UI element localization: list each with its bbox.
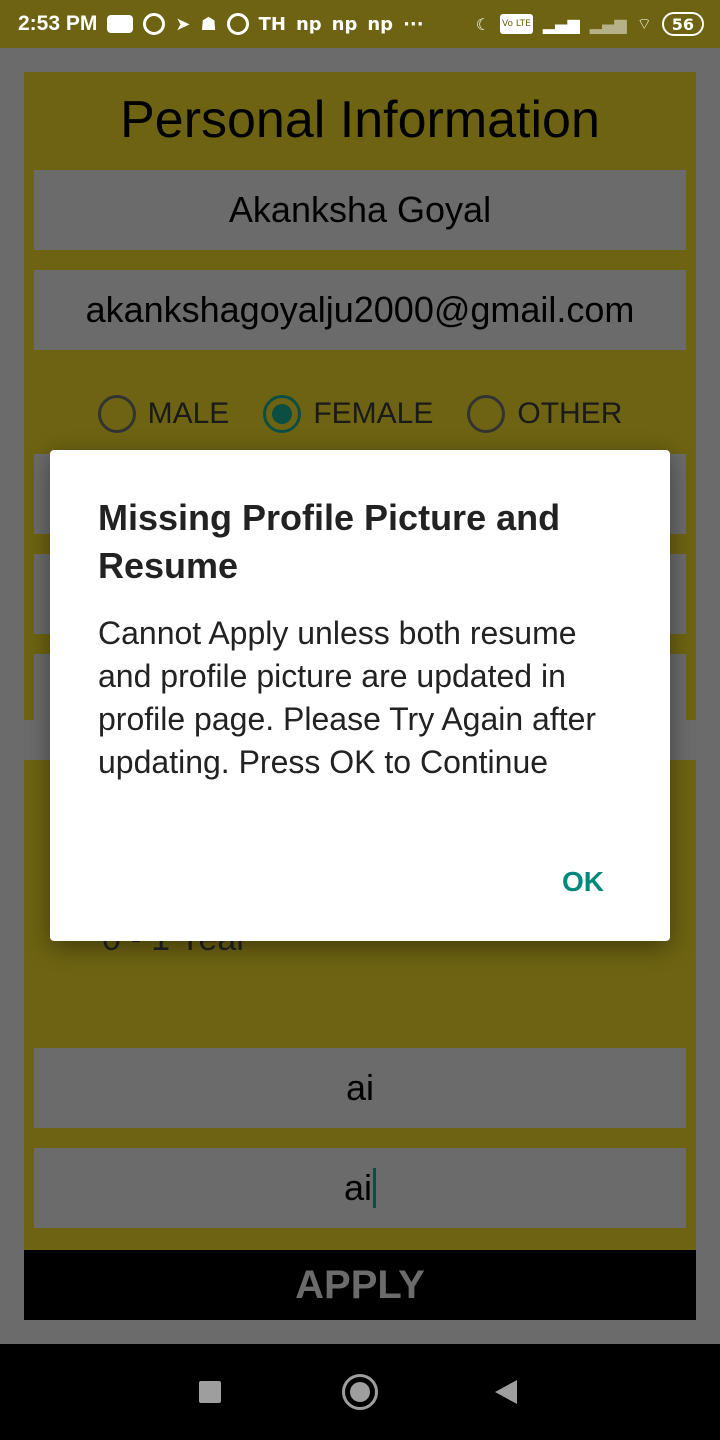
signal-weak-icon: ▂▄▆ bbox=[589, 14, 627, 34]
radio-female[interactable]: FEMALE bbox=[263, 390, 433, 438]
home-icon[interactable] bbox=[342, 1374, 378, 1410]
snapchat-icon: ☗ bbox=[200, 13, 217, 35]
dialog-message: Cannot Apply unless both resume and prof… bbox=[98, 615, 597, 780]
apply-button[interactable]: APPLY bbox=[24, 1250, 696, 1320]
system-icons: ☾ Vo LTE ▂▄▆ ▂▄▆ ⌔ 56 bbox=[476, 0, 704, 48]
text-cursor bbox=[373, 1168, 377, 1208]
dialog-title: Missing Profile Picture and Resume bbox=[98, 497, 561, 586]
recents-icon[interactable] bbox=[199, 1381, 221, 1403]
radio-label: MALE bbox=[147, 397, 230, 430]
ok-button[interactable]: OK bbox=[562, 866, 604, 898]
status-bar: 2:53 PM ➤ ☗ TH np np np ··· ☾ Vo LTE ▂▄▆… bbox=[0, 0, 720, 48]
radio-unchecked-icon bbox=[97, 395, 136, 433]
text-field-1[interactable]: ai bbox=[34, 1048, 686, 1128]
np-icon: np bbox=[331, 13, 358, 35]
wifi-icon: ⌔ bbox=[636, 14, 652, 33]
google-icon bbox=[226, 12, 249, 36]
radio-unchecked-icon bbox=[467, 395, 506, 433]
navigation-bar bbox=[0, 1344, 720, 1440]
moon-icon: ☾ bbox=[475, 14, 491, 34]
text-field-2[interactable]: ai bbox=[34, 1148, 686, 1228]
more-icon: ··· bbox=[403, 13, 424, 35]
radio-other[interactable]: OTHER bbox=[467, 390, 622, 438]
battery-indicator: 56 bbox=[661, 12, 704, 36]
th-icon: TH bbox=[258, 13, 286, 35]
name-field[interactable]: Akanksha Goyal bbox=[34, 170, 686, 250]
page-title: Personal Information bbox=[120, 91, 600, 149]
np-icon: np bbox=[295, 13, 322, 35]
whatsapp-icon bbox=[143, 12, 166, 36]
radio-male[interactable]: MALE bbox=[97, 390, 230, 438]
volte-icon: Vo LTE bbox=[500, 14, 533, 34]
radio-label: OTHER bbox=[517, 397, 623, 430]
text-field-2-value: ai bbox=[343, 1167, 373, 1208]
np-icon: np bbox=[367, 13, 394, 35]
radio-checked-icon bbox=[263, 395, 302, 433]
signal-icon: ▂▄▆ bbox=[542, 14, 580, 34]
alert-dialog: Missing Profile Picture and Resume Canno… bbox=[50, 450, 670, 941]
status-time: 2:53 PM bbox=[18, 12, 98, 35]
telegram-icon: ➤ bbox=[175, 13, 191, 35]
email-field[interactable]: akankshagoyalju2000@gmail.com bbox=[34, 270, 686, 350]
youtube-icon bbox=[107, 12, 134, 36]
radio-label: FEMALE bbox=[313, 397, 434, 430]
gender-radio-group: MALE FEMALE OTHER bbox=[24, 390, 696, 438]
back-icon[interactable] bbox=[495, 1380, 517, 1404]
notification-icons: ➤ ☗ TH np np np ··· bbox=[107, 12, 424, 36]
